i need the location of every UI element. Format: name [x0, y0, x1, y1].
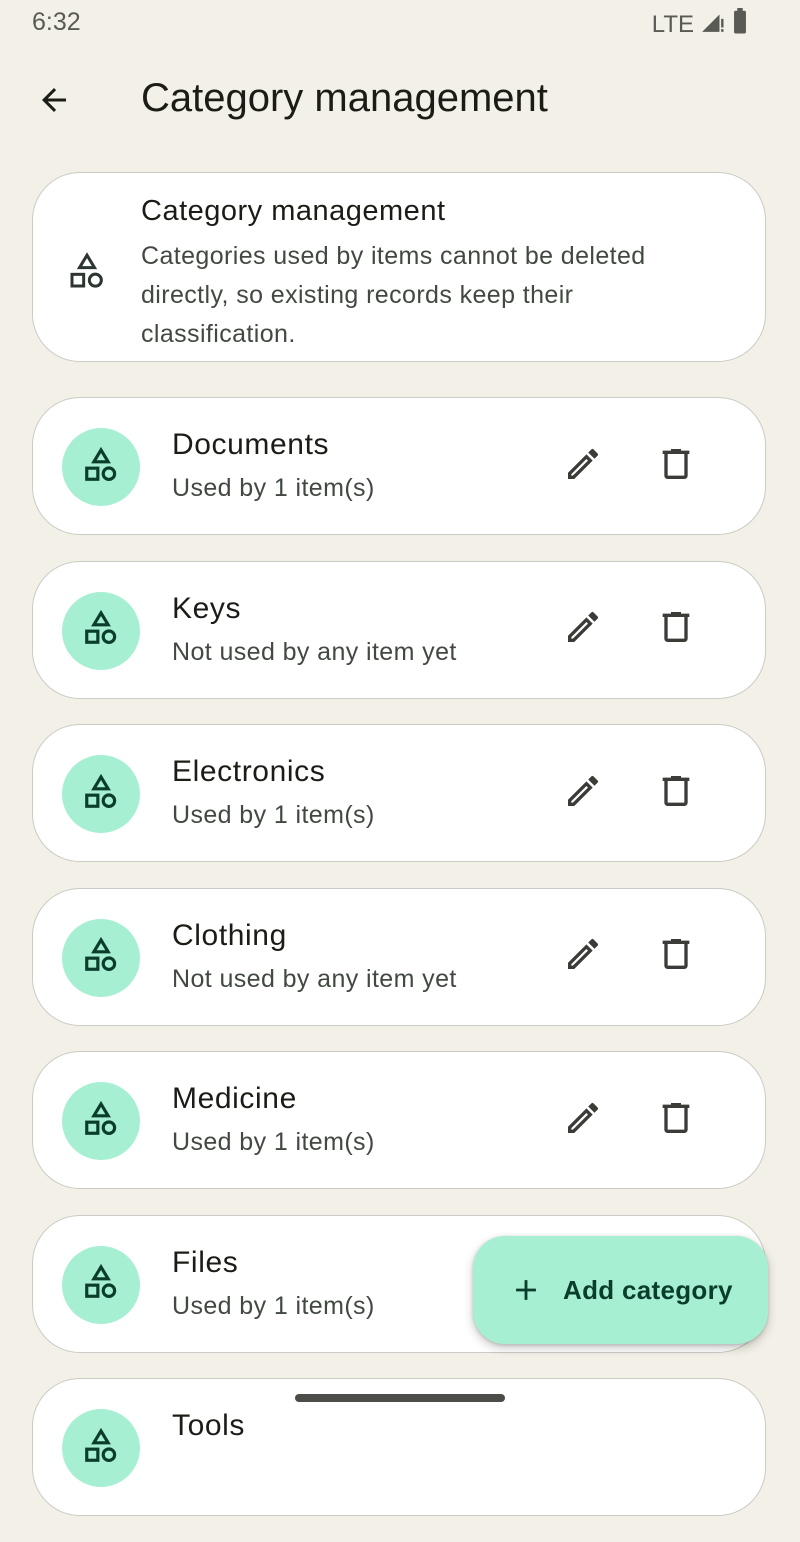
delete-button[interactable] — [652, 933, 700, 981]
edit-button[interactable] — [559, 769, 607, 817]
arrow-back-icon — [36, 82, 72, 123]
edit-pencil-icon — [563, 771, 603, 816]
edit-button[interactable] — [559, 1096, 607, 1144]
trash-icon — [656, 934, 696, 979]
edit-button[interactable] — [559, 933, 607, 981]
category-avatar — [62, 918, 140, 997]
status-bar: 6:32 LTE — [0, 0, 800, 48]
delete-button[interactable] — [652, 1096, 700, 1144]
category-avatar — [62, 1082, 140, 1160]
category-usage: Used by 1 item(s) — [172, 474, 375, 502]
category-item-clothing[interactable]: Clothing Not used by any item yet — [32, 887, 766, 1026]
status-time: 6:32 — [32, 8, 81, 36]
category-usage: Not used by any item yet — [172, 637, 457, 666]
category-shapes-icon — [82, 1427, 120, 1470]
trash-icon — [656, 1098, 696, 1143]
category-shapes-icon — [82, 773, 120, 816]
status-icons: LTE — [652, 8, 748, 41]
plus-icon — [509, 1273, 543, 1307]
delete-button[interactable] — [652, 442, 700, 490]
info-title: Category management — [141, 195, 446, 227]
trash-icon — [656, 771, 696, 816]
battery-icon — [732, 8, 748, 41]
category-list[interactable]: Documents Used by 1 item(s) Keys Not use… — [32, 397, 768, 1542]
edit-pencil-icon — [563, 607, 603, 652]
category-avatar — [62, 428, 140, 506]
trash-icon — [656, 444, 696, 489]
category-shapes-icon — [82, 609, 120, 652]
category-item-documents[interactable]: Documents Used by 1 item(s) — [32, 397, 766, 535]
category-name: Documents — [172, 428, 330, 461]
category-shapes-icon — [82, 1100, 120, 1143]
category-avatar — [62, 1409, 140, 1487]
category-usage: Used by 1 item(s) — [172, 1128, 375, 1156]
category-shapes-icon — [82, 446, 120, 489]
category-name: Clothing — [172, 918, 287, 952]
category-shapes-icon — [67, 251, 107, 291]
add-category-button[interactable]: Add category — [473, 1236, 768, 1344]
category-usage: Used by 1 item(s) — [172, 801, 375, 829]
category-item-keys[interactable]: Keys Not used by any item yet — [32, 560, 766, 699]
edit-pencil-icon — [563, 1098, 603, 1143]
category-avatar — [62, 591, 140, 670]
delete-button[interactable] — [652, 769, 700, 817]
edit-button[interactable] — [559, 606, 607, 654]
network-type: LTE — [651, 10, 694, 38]
category-usage: Used by 1 item(s) — [172, 1291, 375, 1320]
edit-pencil-icon — [563, 934, 603, 979]
category-name: Tools — [172, 1409, 246, 1442]
info-card: Category management Categories used by i… — [32, 172, 766, 362]
trash-icon — [656, 607, 696, 652]
top-app-bar: Category management — [0, 60, 800, 144]
add-category-label: Add category — [563, 1274, 733, 1305]
edit-pencil-icon — [563, 444, 603, 489]
info-description: Categories used by items cannot be delet… — [141, 242, 646, 348]
back-button[interactable] — [30, 78, 78, 126]
gesture-navigation-bar[interactable] — [295, 1394, 505, 1402]
category-shapes-icon — [82, 1263, 120, 1306]
signal-icon — [700, 8, 726, 41]
category-item-electronics[interactable]: Electronics Used by 1 item(s) — [32, 724, 766, 862]
category-name: Files — [172, 1245, 239, 1279]
category-avatar — [62, 1245, 140, 1324]
category-shapes-icon — [82, 936, 120, 979]
category-usage: Not used by any item yet — [172, 964, 457, 993]
category-name: Electronics — [172, 755, 326, 788]
page-title: Category management — [141, 76, 548, 120]
category-item-medicine[interactable]: Medicine Used by 1 item(s) — [32, 1051, 766, 1189]
category-avatar — [62, 755, 140, 833]
edit-button[interactable] — [559, 442, 607, 490]
category-name: Keys — [172, 591, 242, 625]
category-name: Medicine — [172, 1082, 297, 1115]
delete-button[interactable] — [652, 606, 700, 654]
